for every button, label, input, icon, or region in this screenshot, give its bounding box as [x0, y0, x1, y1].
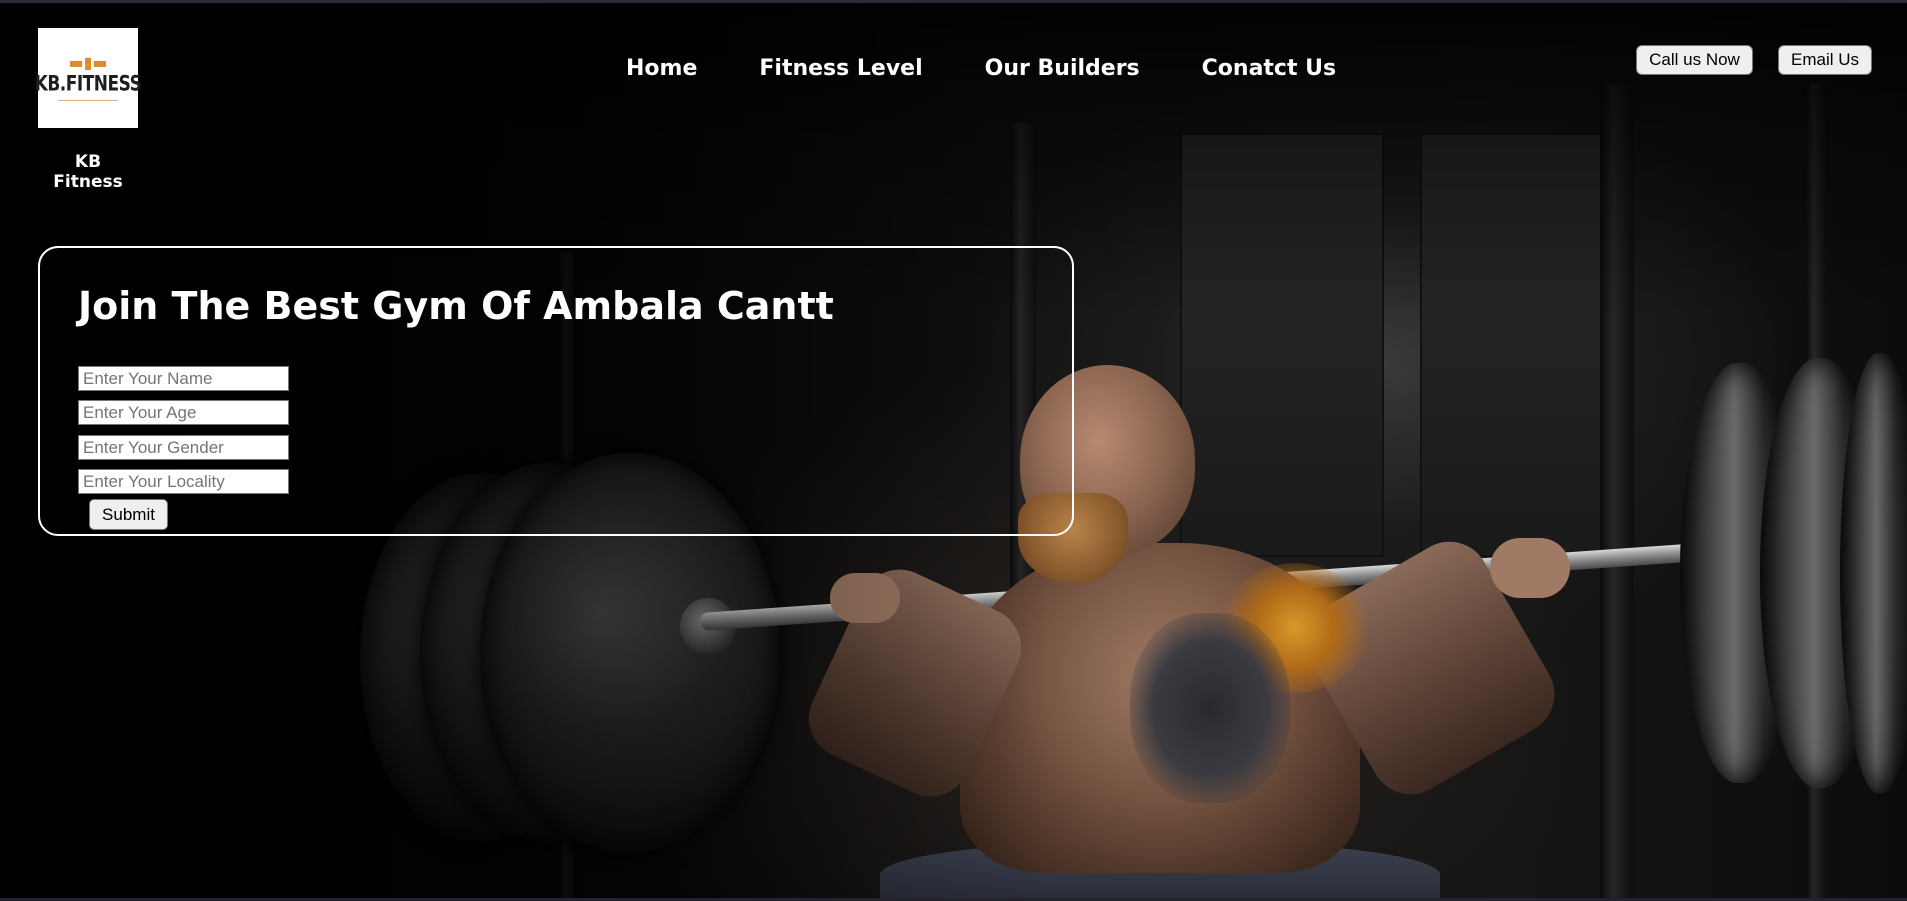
nav-home[interactable]: Home [626, 56, 697, 81]
nav-our-builders[interactable]: Our Builders [985, 56, 1140, 81]
call-us-button[interactable]: Call us Now [1636, 45, 1753, 75]
main-nav: Home Fitness Level Our Builders Conatct … [626, 56, 1398, 81]
logo-underline [58, 99, 118, 101]
locality-input[interactable] [78, 469, 289, 494]
age-input[interactable] [78, 400, 289, 425]
brand-name: KB Fitness [53, 152, 123, 192]
logo-text: KB.FITNESS [34, 71, 142, 96]
gender-input[interactable] [78, 435, 289, 460]
logo[interactable]: ▬▮▬ KB.FITNESS [35, 28, 142, 128]
name-input[interactable] [78, 366, 289, 391]
dumbbell-icon: ▬▮▬ [68, 52, 108, 72]
submit-button[interactable]: Submit [89, 499, 168, 530]
join-form-title: Join The Best Gym Of Ambala Cantt [78, 284, 834, 328]
join-form: Join The Best Gym Of Ambala Cantt Submit [38, 246, 1074, 536]
nav-contact-us[interactable]: Conatct Us [1202, 56, 1336, 81]
nav-fitness-level[interactable]: Fitness Level [759, 56, 922, 81]
email-us-button[interactable]: Email Us [1778, 45, 1872, 75]
